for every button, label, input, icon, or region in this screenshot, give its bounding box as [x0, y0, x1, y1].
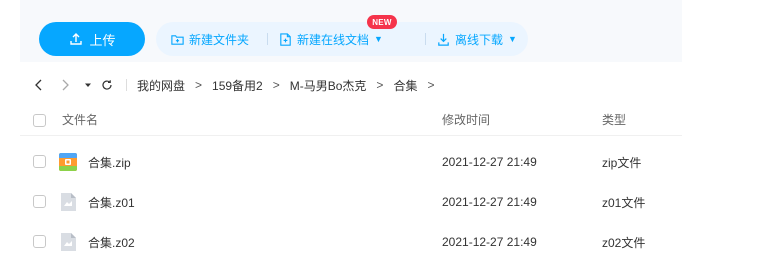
refresh-icon	[102, 80, 112, 90]
file-table: 文件名 修改时间 类型 合集.zip 2021-12-27 21:49 zip文…	[20, 104, 682, 262]
chevron-left-icon	[35, 79, 42, 91]
table-row[interactable]: 合集.z02 2021-12-27 21:49 z02文件	[20, 222, 682, 262]
chevron-down-icon: ▼	[374, 34, 383, 44]
file-type-cell: z02文件	[602, 235, 646, 250]
select-all-checkbox[interactable]	[33, 114, 46, 127]
breadcrumb-bar: 我的网盘 > 159备用2 > M-马男Bo杰克 > 合集 >	[20, 70, 682, 100]
upload-button[interactable]: 上传	[39, 22, 145, 56]
download-icon	[438, 33, 449, 46]
new-badge: NEW	[367, 15, 397, 29]
row-checkbox[interactable]	[33, 155, 46, 168]
breadcrumb-divider	[126, 79, 127, 91]
file-name-cell: 合集.z02	[58, 222, 135, 262]
row-checkbox[interactable]	[33, 235, 46, 248]
breadcrumb-separator: >	[195, 78, 203, 92]
new-folder-button[interactable]: 新建文件夹	[170, 22, 249, 56]
column-header-name[interactable]: 文件名	[62, 104, 98, 135]
file-name[interactable]: 合集.zip	[88, 154, 131, 171]
file-name[interactable]: 合集.z02	[88, 234, 135, 251]
generic-file-icon	[58, 232, 78, 252]
modified-time-cell: 2021-12-27 21:49	[442, 195, 537, 209]
upload-icon	[70, 33, 83, 45]
table-header: 文件名 修改时间 类型	[20, 104, 682, 136]
modified-time-cell: 2021-12-27 21:49	[442, 235, 537, 249]
file-type-cell: z01文件	[602, 195, 646, 210]
new-online-doc-button[interactable]: 新建在线文档 ▼	[278, 22, 383, 56]
modified-time-cell: 2021-12-27 21:49	[442, 155, 537, 169]
new-folder-label: 新建文件夹	[189, 32, 250, 47]
toolbar-divider	[425, 33, 426, 45]
breadcrumb-item[interactable]: M-马男Bo杰克	[290, 77, 367, 94]
file-name-cell: 合集.zip	[58, 142, 131, 182]
file-manager-panel: 上传 新建文件夹 新建在线文档 ▼ 离线下载 ▼ NEW 我的网盘 > 159备…	[20, 0, 682, 277]
file-name[interactable]: 合集.z01	[88, 194, 135, 211]
column-header-time[interactable]: 修改时间	[442, 104, 490, 135]
breadcrumb-item-current[interactable]: 合集	[393, 77, 417, 94]
zip-archive-icon	[58, 152, 78, 172]
table-row[interactable]: 合集.zip 2021-12-27 21:49 zip文件	[20, 142, 682, 182]
breadcrumb-item[interactable]: 我的网盘	[137, 77, 185, 94]
caret-down-icon	[85, 83, 91, 87]
back-button[interactable]	[28, 70, 50, 100]
toolbar-divider	[267, 33, 268, 45]
breadcrumb-separator: >	[376, 78, 384, 92]
upload-label: 上传	[89, 32, 116, 48]
chevron-right-icon	[62, 79, 69, 91]
table-row[interactable]: 合集.z01 2021-12-27 21:49 z01文件	[20, 182, 682, 222]
forward-button[interactable]	[54, 70, 76, 100]
file-name-cell: 合集.z01	[58, 182, 135, 222]
refresh-button[interactable]	[98, 70, 116, 100]
new-online-doc-label: 新建在线文档	[297, 32, 370, 47]
breadcrumb-separator: >	[272, 78, 280, 92]
action-group: 新建文件夹 新建在线文档 ▼ 离线下载 ▼	[156, 22, 528, 56]
new-folder-icon	[171, 34, 184, 45]
breadcrumb-item[interactable]: 159备用2	[212, 77, 263, 94]
generic-file-icon	[58, 192, 78, 212]
offline-download-button[interactable]: 离线下载 ▼	[436, 22, 517, 56]
breadcrumb-separator: >	[427, 78, 435, 92]
new-document-icon	[280, 32, 291, 46]
history-dropdown[interactable]	[80, 70, 96, 100]
offline-download-label: 离线下载	[455, 32, 504, 47]
chevron-down-icon: ▼	[508, 34, 517, 44]
file-type-cell: zip文件	[602, 155, 642, 170]
row-checkbox[interactable]	[33, 195, 46, 208]
toolbar: 上传 新建文件夹 新建在线文档 ▼ 离线下载 ▼ NEW	[20, 0, 682, 62]
column-header-type[interactable]: 类型	[602, 104, 626, 135]
